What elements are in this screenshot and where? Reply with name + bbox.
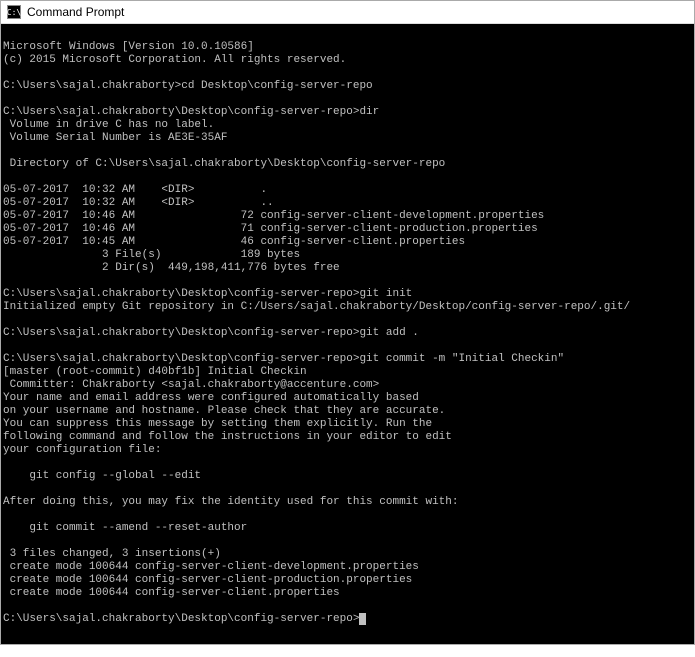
cmd-icon: C:\ <box>7 5 21 19</box>
terminal-output[interactable]: Microsoft Windows [Version 10.0.10586] (… <box>1 24 694 644</box>
window-title: Command Prompt <box>27 5 124 19</box>
titlebar[interactable]: C:\ Command Prompt <box>1 1 694 24</box>
cursor <box>359 613 366 625</box>
command-prompt-window: C:\ Command Prompt Microsoft Windows [Ve… <box>0 0 695 645</box>
